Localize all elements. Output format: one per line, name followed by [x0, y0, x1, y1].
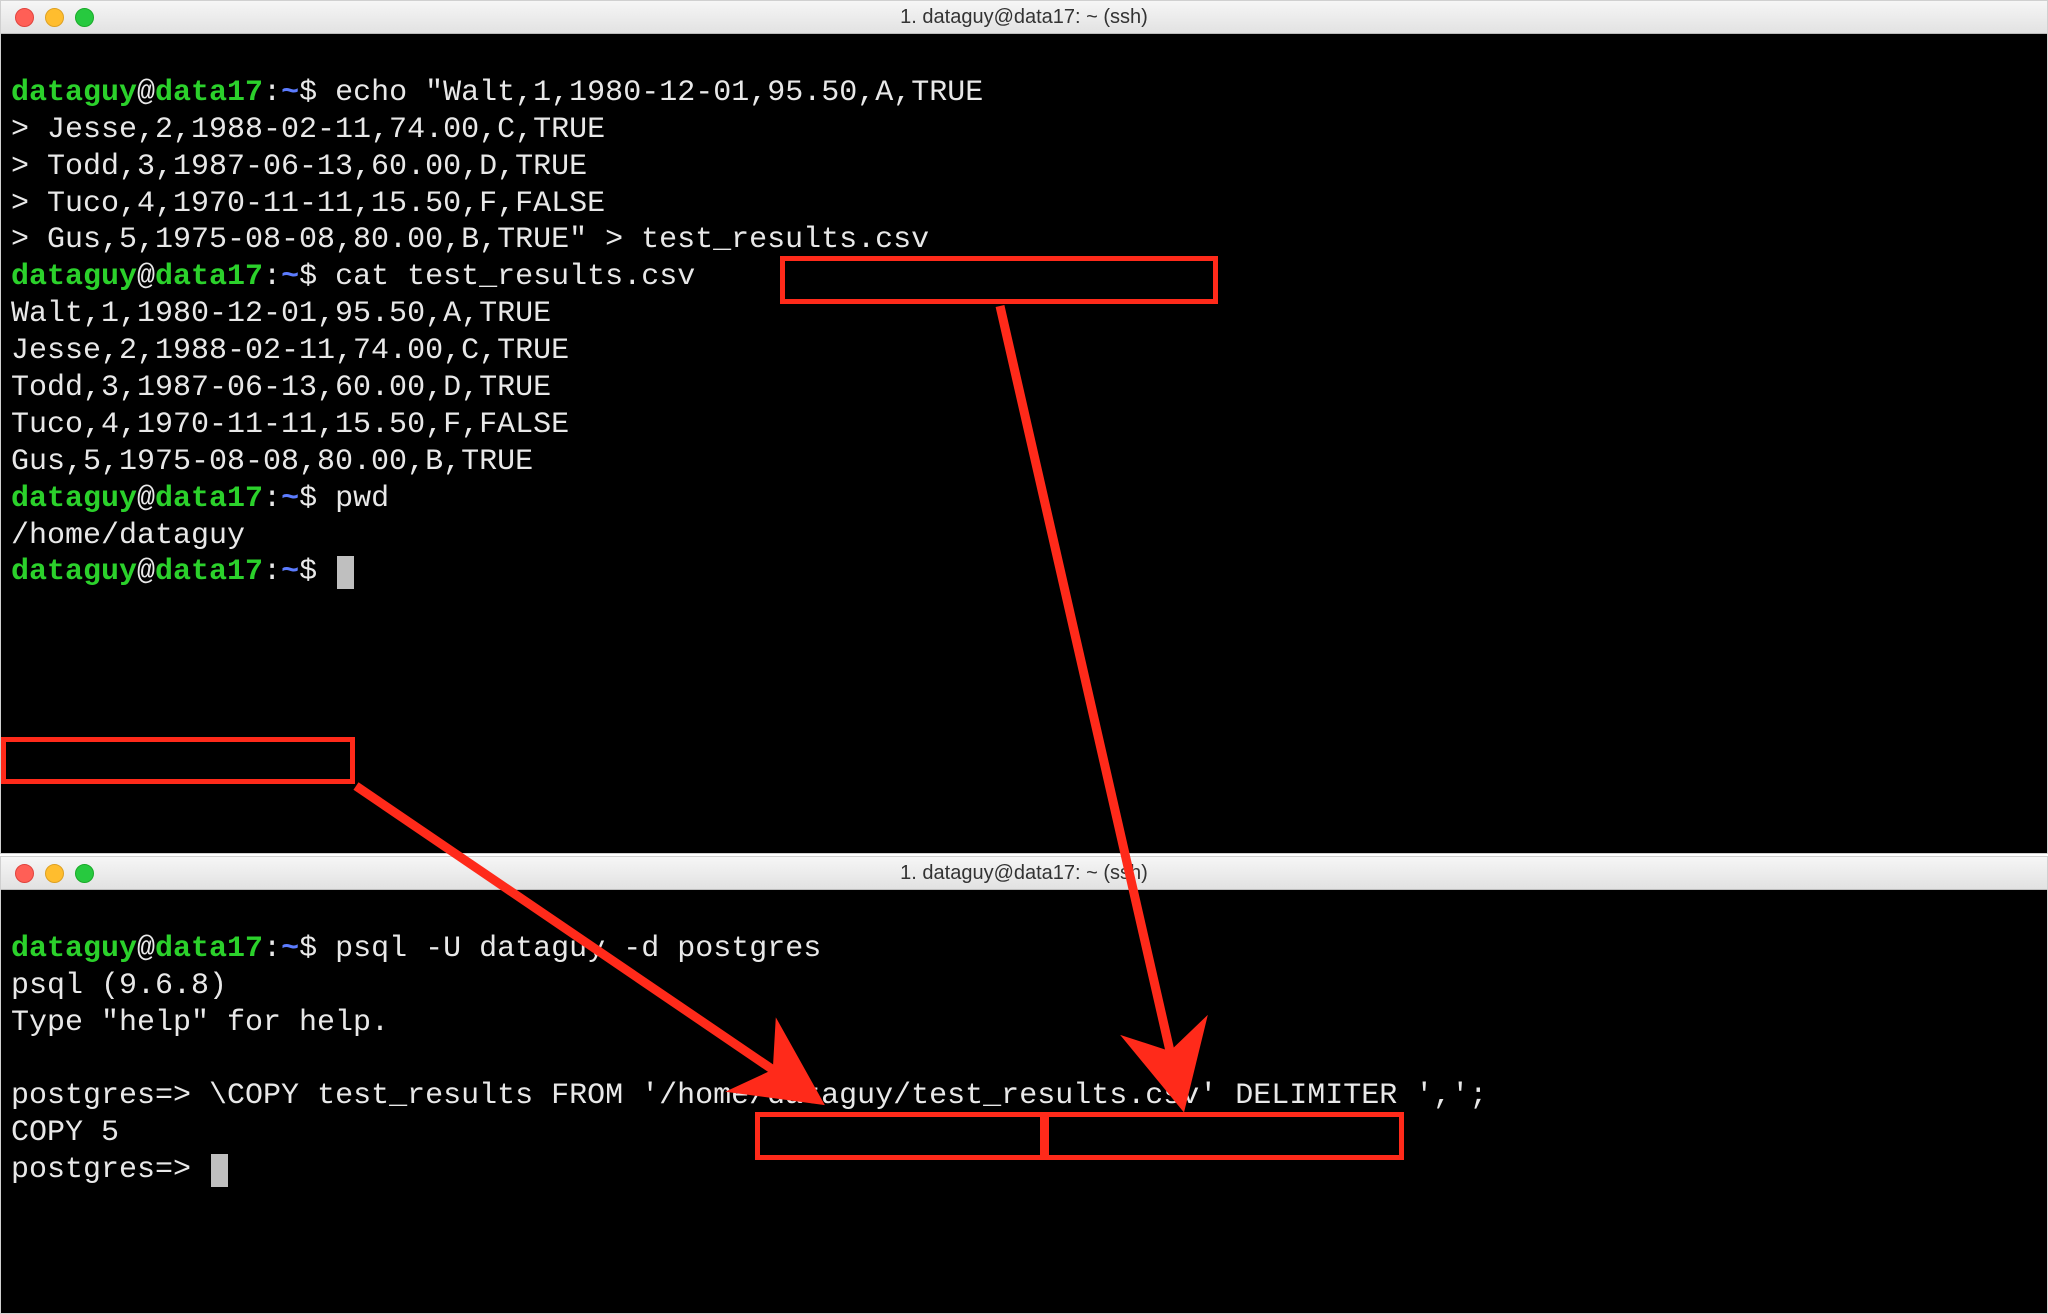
psql-prompt: postgres=>: [11, 1079, 209, 1113]
dollar-symbol: $: [299, 482, 317, 516]
prompt-path: ~: [281, 260, 299, 294]
zoom-icon[interactable]: [75, 8, 94, 27]
terminal-window-top: 1. dataguy@data17: ~ (ssh) dataguy@data1…: [0, 0, 2048, 854]
at-symbol: @: [137, 932, 155, 966]
cmd-echo-head: echo "Walt,1,1980-12-01,95.50,A,TRUE: [335, 76, 983, 110]
prompt-line: dataguy@data17:~$ pwd: [11, 482, 389, 516]
copy-command-tail: DELIMITER ',';: [1217, 1079, 1487, 1113]
prompt-host: data17: [155, 932, 263, 966]
copy-result: COPY 5: [11, 1116, 119, 1150]
copy-command-pre: \COPY test_results FROM: [209, 1079, 641, 1113]
echo-tail-prefix: > Gus,5,1975-08-08,80.00,B,TRUE" >: [11, 223, 641, 257]
window-title-top: 1. dataguy@data17: ~ (ssh): [1, 6, 2047, 29]
cat-output-line: Tuco,4,1970-11-11,15.50,F,FALSE: [11, 408, 569, 442]
pwd-output: /home/dataguy: [11, 519, 245, 553]
cmd-cat: cat test_results.csv: [335, 260, 695, 294]
echo-output-filename: test_results.csv: [641, 223, 929, 257]
prompt-path: ~: [281, 482, 299, 516]
prompt-path: ~: [281, 932, 299, 966]
psql-copy-line: postgres=> \COPY test_results FROM '/hom…: [11, 1079, 1487, 1113]
prompt-host: data17: [155, 555, 263, 589]
close-icon[interactable]: [15, 864, 34, 883]
psql-prompt-line: postgres=>: [11, 1153, 228, 1187]
at-symbol: @: [137, 482, 155, 516]
prompt-line: dataguy@data17:~$ psql -U dataguy -d pos…: [11, 932, 821, 966]
echo-tail-line: > Gus,5,1975-08-08,80.00,B,TRUE" > test_…: [11, 223, 929, 257]
prompt-user: dataguy: [11, 555, 137, 589]
cat-output-line: Walt,1,1980-12-01,95.50,A,TRUE: [11, 297, 551, 331]
terminal-body-top[interactable]: dataguy@data17:~$ echo "Walt,1,1980-12-0…: [1, 34, 2047, 640]
prompt-host: data17: [155, 260, 263, 294]
echo-continuation-line: > Todd,3,1987-06-13,60.00,D,TRUE: [11, 150, 587, 184]
echo-continuation-line: > Tuco,4,1970-11-11,15.50,F,FALSE: [11, 187, 605, 221]
prompt-host: data17: [155, 76, 263, 110]
at-symbol: @: [137, 555, 155, 589]
psql-version: psql (9.6.8): [11, 969, 227, 1003]
cat-output-line: Gus,5,1975-08-08,80.00,B,TRUE: [11, 445, 533, 479]
prompt-path: ~: [281, 555, 299, 589]
colon-symbol: :: [263, 932, 281, 966]
colon-symbol: :: [263, 260, 281, 294]
dollar-symbol: $: [299, 932, 317, 966]
copy-path-file: test_results.csv': [911, 1079, 1217, 1113]
cmd-psql: psql -U dataguy -d postgres: [335, 932, 821, 966]
prompt-user: dataguy: [11, 260, 137, 294]
prompt-user: dataguy: [11, 932, 137, 966]
close-icon[interactable]: [15, 8, 34, 27]
cmd-pwd: pwd: [335, 482, 389, 516]
prompt-path: ~: [281, 76, 299, 110]
echo-continuation-line: > Jesse,2,1988-02-11,74.00,C,TRUE: [11, 113, 605, 147]
prompt-host: data17: [155, 482, 263, 516]
prompt-user: dataguy: [11, 76, 137, 110]
prompt-user: dataguy: [11, 482, 137, 516]
at-symbol: @: [137, 260, 155, 294]
cat-output-line: Jesse,2,1988-02-11,74.00,C,TRUE: [11, 334, 569, 368]
minimize-icon[interactable]: [45, 8, 64, 27]
traffic-lights-top: [15, 8, 94, 27]
cursor: [337, 556, 354, 589]
psql-hint: Type "help" for help.: [11, 1006, 389, 1040]
cat-output-line: Todd,3,1987-06-13,60.00,D,TRUE: [11, 371, 551, 405]
at-symbol: @: [137, 76, 155, 110]
dollar-symbol: $: [299, 555, 317, 589]
copy-path-dir: '/home/dataguy/: [641, 1079, 911, 1113]
colon-symbol: :: [263, 555, 281, 589]
zoom-icon[interactable]: [75, 864, 94, 883]
titlebar-bottom[interactable]: 1. dataguy@data17: ~ (ssh): [1, 857, 2047, 890]
colon-symbol: :: [263, 76, 281, 110]
terminal-window-bottom: 1. dataguy@data17: ~ (ssh) dataguy@data1…: [0, 856, 2048, 1314]
cursor: [211, 1154, 228, 1187]
traffic-lights-bottom: [15, 864, 94, 883]
titlebar-top[interactable]: 1. dataguy@data17: ~ (ssh): [1, 1, 2047, 34]
dollar-symbol: $: [299, 260, 317, 294]
terminal-body-bottom[interactable]: dataguy@data17:~$ psql -U dataguy -d pos…: [1, 890, 2047, 1238]
dollar-symbol: $: [299, 76, 317, 110]
minimize-icon[interactable]: [45, 864, 64, 883]
prompt-line: dataguy@data17:~$ echo "Walt,1,1980-12-0…: [11, 76, 983, 110]
psql-prompt: postgres=>: [11, 1153, 209, 1187]
prompt-line: dataguy@data17:~$ cat test_results.csv: [11, 260, 695, 294]
colon-symbol: :: [263, 482, 281, 516]
prompt-line: dataguy@data17:~$: [11, 555, 354, 589]
window-title-bottom: 1. dataguy@data17: ~ (ssh): [1, 862, 2047, 885]
